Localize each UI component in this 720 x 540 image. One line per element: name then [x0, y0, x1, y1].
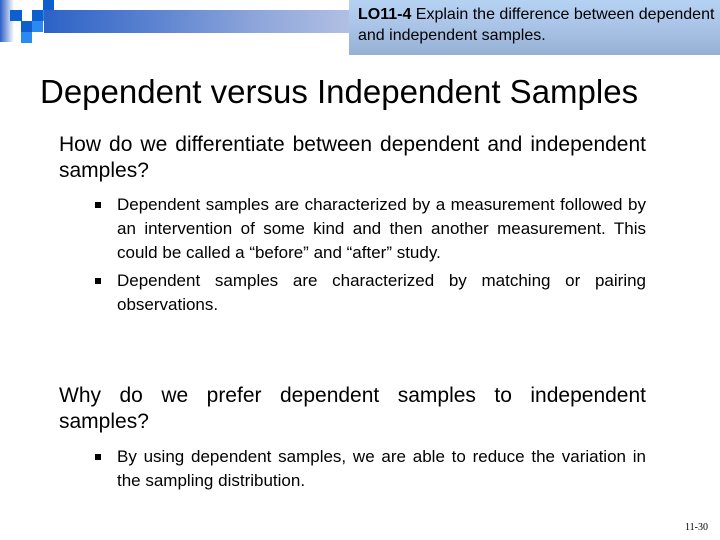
bullet-item: Dependent samples are characterized by m… [95, 269, 646, 317]
logo-square [21, 32, 32, 43]
bullet-item: By using dependent samples, we are able … [95, 445, 646, 493]
bullet-item: Dependent samples are characterized by a… [95, 193, 646, 265]
learning-objective-text: Explain the difference between dependent… [358, 6, 715, 44]
logo-gradient-strip [0, 0, 14, 42]
slide-title: Dependent versus Independent Samples [40, 73, 639, 110]
header-bar [44, 10, 349, 33]
question-2: Why do we prefer dependent samples to in… [59, 384, 646, 433]
question-1: How do we differentiate between dependen… [59, 133, 646, 182]
bullet-list-2: By using dependent samples, we are able … [95, 445, 646, 497]
bullet-text: Dependent samples are characterized by m… [117, 271, 646, 314]
logo-square [32, 21, 43, 32]
logo-square [21, 21, 32, 32]
square-bullet-icon [95, 202, 101, 208]
logo-square [43, 0, 54, 10]
learning-objective-box: LO11-4 Explain the difference between de… [349, 0, 720, 55]
bullet-text: By using dependent samples, we are able … [117, 447, 646, 490]
learning-objective-code: LO11-4 [358, 6, 412, 23]
bullet-list-1: Dependent samples are characterized by a… [95, 193, 646, 321]
square-bullet-icon [95, 278, 101, 284]
bullet-text: Dependent samples are characterized by a… [117, 195, 646, 262]
slide-number: 11-30 [685, 522, 708, 533]
logo-square [32, 10, 43, 21]
square-bullet-icon [95, 454, 101, 460]
logo-square [10, 10, 22, 21]
